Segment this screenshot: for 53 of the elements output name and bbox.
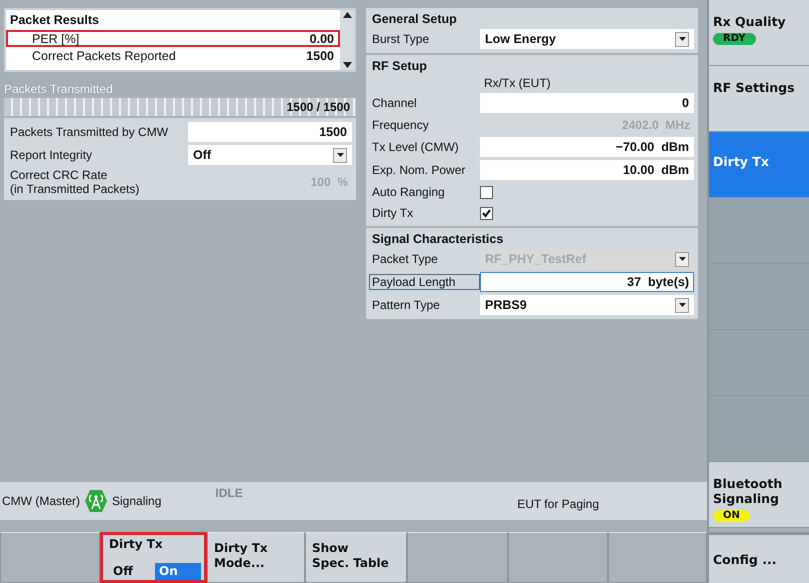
field-label: Pattern Type bbox=[372, 298, 441, 312]
softkey-label: Dirty Tx bbox=[109, 537, 164, 552]
input-field[interactable]: 0 bbox=[480, 93, 694, 113]
field-label: Payload Length bbox=[369, 274, 480, 290]
mode-label: Signaling bbox=[112, 494, 162, 508]
field-label: Report Integrity bbox=[10, 148, 94, 162]
progress-reading: 1500 / 1500 bbox=[286, 100, 350, 114]
section-title: RF Setup bbox=[372, 59, 428, 73]
side-softkey[interactable]: Dirty Tx bbox=[709, 132, 809, 198]
empty-softkey[interactable] bbox=[709, 198, 809, 264]
empty-softkey[interactable] bbox=[709, 396, 809, 462]
input-field[interactable]: 37 byte(s) bbox=[480, 272, 694, 292]
checkbox[interactable] bbox=[480, 206, 493, 220]
instrument-label: CMW (Master) bbox=[2, 494, 80, 508]
softkey[interactable]: Dirty Tx Mode... bbox=[207, 532, 305, 583]
scroll-bar[interactable] bbox=[340, 10, 354, 70]
status-badge: ON bbox=[713, 510, 750, 522]
field-label: Burst Type bbox=[372, 32, 430, 46]
table-title: Packet Results bbox=[10, 13, 100, 29]
antenna-icon bbox=[84, 489, 108, 513]
result-row-text: Correct Packets Reported 1500 bbox=[31, 48, 335, 64]
input-field[interactable]: 1500 bbox=[188, 122, 352, 142]
side-softkey[interactable]: Bluetooth Signaling ON bbox=[709, 462, 809, 528]
field-label: Tx Level (CMW) bbox=[372, 140, 460, 154]
field-label: Correct CRC Rate (in Transmitted Packets) bbox=[10, 168, 140, 196]
side-softkey[interactable]: Rx Quality RDY bbox=[709, 0, 809, 66]
checkbox-label: Dirty Tx bbox=[372, 206, 414, 220]
status-message: EUT for Paging bbox=[516, 497, 600, 511]
column-header: Rx/Tx (EUT) bbox=[483, 76, 552, 90]
state-label: IDLE bbox=[214, 486, 244, 500]
toggle-option[interactable]: On bbox=[155, 563, 201, 580]
checkbox-label: Auto Ranging bbox=[372, 185, 446, 199]
status-badge: RDY bbox=[713, 33, 756, 45]
input-field[interactable]: −70.00 dBm bbox=[480, 137, 694, 157]
dropdown-field[interactable]: Low Energy bbox=[480, 29, 694, 49]
section-title: General Setup bbox=[372, 12, 458, 26]
field-label: Packets Transmitted by CMW bbox=[10, 125, 170, 139]
side-softkey[interactable]: RF Settings bbox=[709, 66, 809, 132]
checkbox[interactable] bbox=[480, 186, 493, 198]
dropdown-field[interactable]: Off bbox=[188, 145, 352, 165]
field-label: Packet Type bbox=[372, 252, 439, 266]
config-softkey[interactable]: Config ... bbox=[709, 532, 809, 583]
softkey[interactable]: Show Spec. Table bbox=[305, 532, 407, 583]
dropdown-field[interactable]: PRBS9 bbox=[480, 295, 694, 315]
result-row: PER [%] 0.00 bbox=[6, 30, 340, 47]
progress-label: Packets Transmitted bbox=[4, 82, 114, 96]
field-label: Exp. Nom. Power bbox=[372, 163, 466, 177]
input-field[interactable]: 10.00 dBm bbox=[480, 160, 694, 180]
field-label: Frequency bbox=[372, 118, 430, 132]
section-title: Signal Characteristics bbox=[372, 232, 504, 246]
toggle-softkey[interactable]: Dirty Tx Off On bbox=[100, 532, 207, 583]
field-label: Channel bbox=[372, 96, 418, 110]
toggle-option[interactable]: Off bbox=[109, 563, 155, 580]
